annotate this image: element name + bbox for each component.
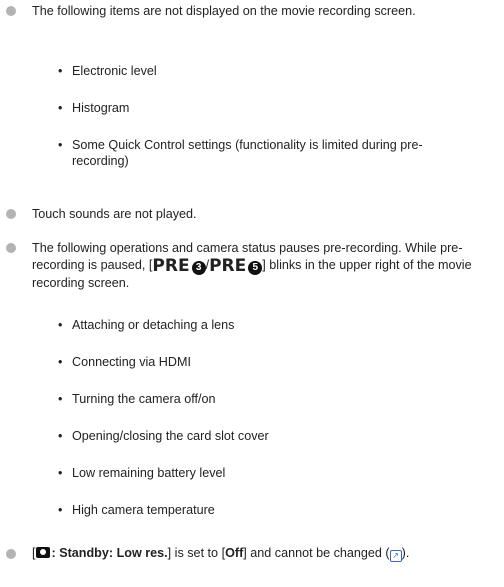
sub-item-text: Some Quick Control settings (functionali… xyxy=(72,138,423,168)
sub-item: • High camera temperature xyxy=(58,503,215,517)
pauses-intro: The following operations and camera stat… xyxy=(32,241,402,255)
page-reference-icon[interactable]: ↗ xyxy=(389,550,402,562)
sub-item-text: High camera temperature xyxy=(72,503,215,517)
sub-item-text: Turning the camera off/on xyxy=(72,392,216,406)
sub-item-text: Low remaining battery level xyxy=(72,466,226,480)
sub-item: • Connecting via HDMI xyxy=(58,355,191,369)
sub-item-text: Attaching or detaching a lens xyxy=(72,318,235,332)
standby-label: Standby: Low res. xyxy=(59,546,168,560)
bullet-dot xyxy=(6,243,16,253)
camera-icon xyxy=(35,547,50,558)
item-standby: [: Standby: Low res.] is set to [Off] an… xyxy=(32,546,410,562)
pre-label: PRE xyxy=(209,256,247,276)
sub-item: • Attaching or detaching a lens xyxy=(58,318,235,332)
sub-item: • Histogram xyxy=(58,101,130,115)
sub-item: • Some Quick Control settings (functiona… xyxy=(58,137,434,169)
sub-item-text: Electronic level xyxy=(72,64,157,78)
document-page: The following items are not displayed on… xyxy=(0,0,504,587)
sub-item: • Opening/closing the card slot cover xyxy=(58,429,269,443)
bullet-dot xyxy=(6,6,16,16)
sub-item: • Electronic level xyxy=(58,64,157,78)
bullet-dot xyxy=(6,209,16,219)
bullet-dot xyxy=(6,549,16,559)
item-pauses: The following operations and camera stat… xyxy=(32,240,490,292)
sub-item-text: Histogram xyxy=(72,101,130,115)
sub-item: • Low remaining battery level xyxy=(58,466,226,480)
sub-item-text: Connecting via HDMI xyxy=(72,355,191,369)
pre-5-icon: 5 xyxy=(248,261,263,275)
item-not-displayed: The following items are not displayed on… xyxy=(32,4,416,18)
sub-item: • Turning the camera off/on xyxy=(58,392,216,406)
pre-3-icon: 3 xyxy=(191,261,206,275)
sub-item-text: Opening/closing the card slot cover xyxy=(72,429,269,443)
pre-label: PRE xyxy=(152,256,190,276)
standby-value: Off xyxy=(225,546,244,560)
item-touch-sounds: Touch sounds are not played. xyxy=(32,207,197,221)
